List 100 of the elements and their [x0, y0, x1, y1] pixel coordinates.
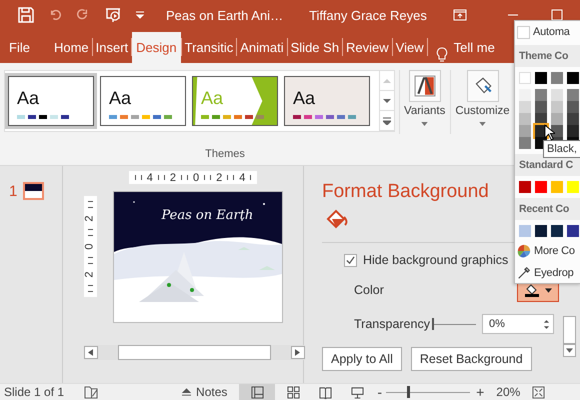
expand-icon	[383, 116, 391, 124]
theme-thumbnail[interactable]: Aa	[8, 76, 94, 126]
checkbox-label[interactable]: Hide background graphics	[363, 253, 508, 267]
cursor-icon	[544, 124, 555, 141]
automatic-color-item[interactable]: Automa	[515, 21, 580, 43]
menu-section-header: Recent Co	[515, 198, 580, 220]
paint-bucket-icon[interactable]	[326, 208, 348, 230]
pane-button[interactable]: Apply to All	[322, 347, 402, 371]
lightbulb-icon[interactable]	[436, 47, 448, 63]
notes-icon	[181, 388, 192, 396]
ribbon-tab[interactable]: Review	[343, 32, 392, 63]
ribbon-tab[interactable]: View	[392, 32, 427, 63]
presentation-icon[interactable]	[104, 7, 122, 23]
letter-a-icon	[414, 75, 436, 97]
color-swatch[interactable]	[551, 89, 563, 101]
scrollbar-thumb[interactable]	[118, 345, 270, 360]
color-swatch[interactable]	[519, 181, 531, 193]
color-swatch[interactable]	[551, 181, 563, 193]
color-swatch[interactable]	[567, 89, 579, 101]
color-swatch[interactable]	[535, 89, 547, 101]
slide-thumbnail[interactable]	[23, 182, 44, 200]
theme-thumbnail[interactable]: Aa	[100, 76, 186, 126]
zoom-slider[interactable]	[386, 386, 470, 398]
variants-button[interactable]: Variants	[403, 70, 446, 126]
transparency-label: Transparency	[354, 317, 431, 331]
spelling-icon[interactable]	[84, 386, 100, 398]
spinner-arrows-icon[interactable]	[543, 318, 550, 330]
customize-button[interactable]: Customize	[454, 70, 511, 126]
redo-icon[interactable]	[74, 8, 90, 22]
maximize-icon[interactable]	[550, 9, 563, 21]
theme-sample-text: Aa	[293, 88, 316, 109]
color-swatch[interactable]	[551, 72, 563, 84]
color-swatch[interactable]	[551, 225, 563, 237]
scroll-left-button[interactable]	[84, 346, 98, 359]
eyedropper-item[interactable]: Eyedrop	[515, 262, 580, 283]
projector-screen-icon	[350, 386, 364, 398]
ruler-number: 2	[216, 172, 222, 184]
color-swatch[interactable]	[535, 225, 547, 237]
scroll-right-button[interactable]	[290, 346, 304, 359]
ribbon-tab[interactable]: Insert	[92, 32, 132, 63]
theme-thumbnail[interactable]: Aa	[284, 76, 370, 126]
pane-button[interactable]: Reset Background	[410, 347, 532, 371]
color-swatch[interactable]	[519, 89, 531, 101]
down-arrow-icon	[566, 348, 573, 353]
color-swatch[interactable]	[519, 225, 531, 237]
undo-icon[interactable]	[48, 8, 64, 22]
transparency-slider[interactable]	[432, 318, 476, 330]
ribbon-display-icon[interactable]	[452, 9, 467, 21]
zoom-in-button[interactable]: +	[476, 384, 484, 400]
fit-slide-icon[interactable]	[532, 386, 546, 398]
zoom-out-button[interactable]: -	[377, 384, 382, 400]
color-swatch[interactable]	[567, 113, 579, 125]
color-swatch[interactable]	[551, 113, 563, 125]
color-swatch[interactable]	[551, 101, 563, 113]
ruler-number: 0	[192, 172, 200, 184]
ribbon-tab[interactable]: Transitic	[182, 32, 236, 63]
color-swatch[interactable]	[567, 125, 579, 137]
color-swatch[interactable]	[567, 72, 579, 84]
eyedropper-icon	[517, 266, 531, 280]
slide-number: 1	[9, 182, 18, 200]
notes-button[interactable]: Notes	[181, 385, 228, 399]
color-swatch[interactable]	[567, 225, 579, 237]
ribbon-tab[interactable]: Design	[132, 32, 181, 63]
color-swatch[interactable]	[519, 72, 531, 84]
checkbox[interactable]	[344, 254, 357, 266]
user-name[interactable]: Tiffany Grace Reyes	[309, 8, 427, 22]
left-arrow-icon	[88, 349, 93, 356]
color-swatch[interactable]	[551, 125, 563, 137]
color-swatch[interactable]	[519, 113, 531, 125]
ruler-number: 4	[146, 172, 153, 184]
color-swatch[interactable]	[519, 125, 531, 137]
color-swatch[interactable]	[535, 101, 547, 113]
tell-me-field[interactable]: Tell me	[448, 32, 498, 63]
zoom-level[interactable]: 20%	[496, 385, 520, 399]
grid-icon	[286, 386, 300, 398]
caret-icon	[421, 122, 428, 126]
color-swatch[interactable]	[567, 101, 579, 113]
scrollbar-thumb[interactable]	[563, 316, 576, 344]
slide-title[interactable]: Peas on Earth	[162, 208, 254, 223]
ribbon-tab[interactable]: Animati	[237, 32, 287, 63]
color-swatch[interactable]	[567, 181, 579, 193]
color-label: Color	[354, 283, 385, 297]
theme-sample-text: Aa	[109, 88, 132, 109]
color-swatch[interactable]	[535, 181, 547, 193]
ribbon-tab[interactable]: Home	[50, 32, 92, 63]
normal-view-icon	[250, 386, 264, 398]
caret-icon[interactable]	[136, 11, 144, 19]
color-swatch[interactable]	[519, 137, 531, 149]
more-colors-item[interactable]: More Co	[515, 240, 580, 262]
slide[interactable]: Peas on Earth	[112, 191, 282, 323]
save-icon[interactable]	[18, 7, 34, 23]
theme-sample-text: Aa	[17, 88, 40, 109]
ribbon-tab[interactable]: Slide Sh	[288, 32, 342, 63]
color-swatch[interactable]	[535, 72, 547, 84]
ribbon-tab[interactable]: File	[6, 32, 33, 63]
normal-view-button[interactable]	[239, 384, 276, 400]
scroll-down-button[interactable]	[563, 344, 576, 357]
color-swatch[interactable]	[519, 101, 531, 113]
transparency-field[interactable]: 0%	[482, 314, 554, 334]
ruler-number: 0	[84, 243, 96, 250]
